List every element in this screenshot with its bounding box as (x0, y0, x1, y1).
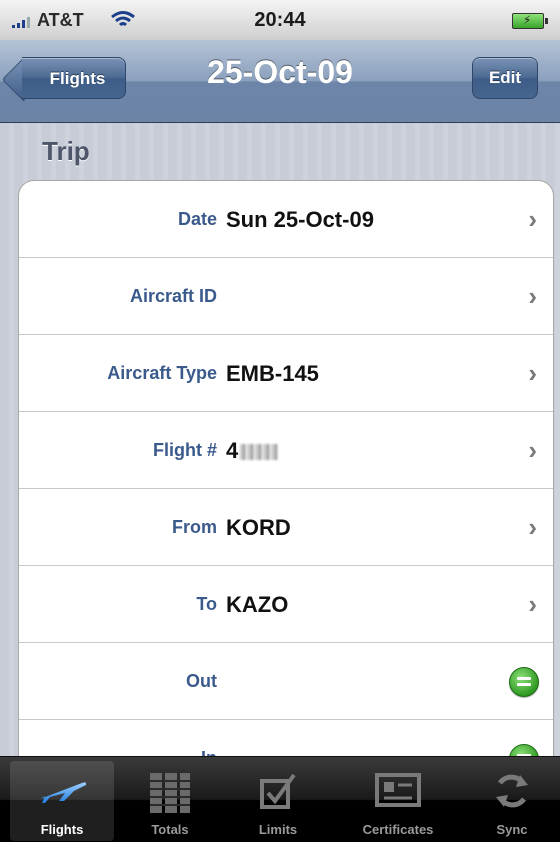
row-to[interactable]: To KAZO › (19, 566, 553, 643)
row-value: 4 (226, 412, 279, 489)
status-bar: AT&T 20:44 ⚡ (0, 0, 560, 41)
section-header-trip: Trip (42, 136, 90, 166)
airplane-icon (40, 782, 87, 803)
row-label: From (172, 517, 217, 537)
tab-sync[interactable]: Sync (460, 761, 560, 841)
row-from[interactable]: From KORD › (19, 489, 553, 566)
tab-label: Certificates (362, 822, 434, 837)
row-label: Date (177, 209, 217, 229)
chevron-right-icon: › (528, 589, 537, 619)
chevron-right-icon: › (528, 358, 537, 388)
checkbox-icon (260, 773, 296, 809)
row-aircraft-id[interactable]: Aircraft ID › (19, 258, 553, 335)
tab-label: Sync (496, 822, 528, 837)
row-date[interactable]: Date Sun 25-Oct-09 › (19, 181, 553, 258)
tab-limits[interactable]: Limits (226, 761, 330, 841)
status-time: 20:44 (254, 9, 306, 31)
edit-button[interactable]: Edit (472, 57, 538, 99)
set-time-button-icon[interactable] (509, 667, 539, 697)
tab-label: Flights (40, 822, 84, 837)
battery-charging-icon: ⚡ (512, 13, 548, 29)
tab-certificates[interactable]: Certificates (346, 761, 450, 841)
row-value: EMB-145 (226, 361, 319, 386)
tab-bar: Flights Totals Limits Certificates Sync (0, 756, 560, 842)
row-value: KAZO (226, 592, 289, 617)
row-flight-number[interactable]: Flight # 4 › (19, 412, 553, 489)
row-label: Aircraft ID (129, 286, 217, 306)
flight-number-visible-digit: 4 (226, 438, 239, 463)
obscured-digits (240, 444, 279, 461)
row-out[interactable]: Out (19, 643, 553, 720)
chevron-right-icon: › (528, 512, 537, 542)
row-label: Aircraft Type (107, 363, 217, 383)
chevron-right-icon: › (528, 435, 537, 465)
navigation-bar: Flights 25-Oct-09 Edit (0, 40, 560, 123)
row-label: To (196, 594, 217, 614)
tab-flights[interactable]: Flights (10, 761, 114, 841)
tab-totals[interactable]: Totals (118, 761, 222, 841)
sync-icon (496, 774, 528, 808)
tab-label: Limits (258, 822, 298, 837)
row-label: Flight # (153, 440, 217, 460)
row-value: Sun 25-Oct-09 (226, 207, 374, 232)
row-label: Out (186, 671, 217, 691)
tab-label: Totals (151, 822, 189, 837)
trip-table: Date Sun 25-Oct-09 › Aircraft ID › Aircr… (18, 180, 554, 782)
row-value: KORD (226, 515, 291, 540)
row-aircraft-type[interactable]: Aircraft Type EMB-145 › (19, 335, 553, 412)
certificate-icon (375, 773, 421, 807)
chevron-right-icon: › (528, 281, 537, 311)
totals-icon (150, 773, 190, 813)
chevron-right-icon: › (528, 204, 537, 234)
